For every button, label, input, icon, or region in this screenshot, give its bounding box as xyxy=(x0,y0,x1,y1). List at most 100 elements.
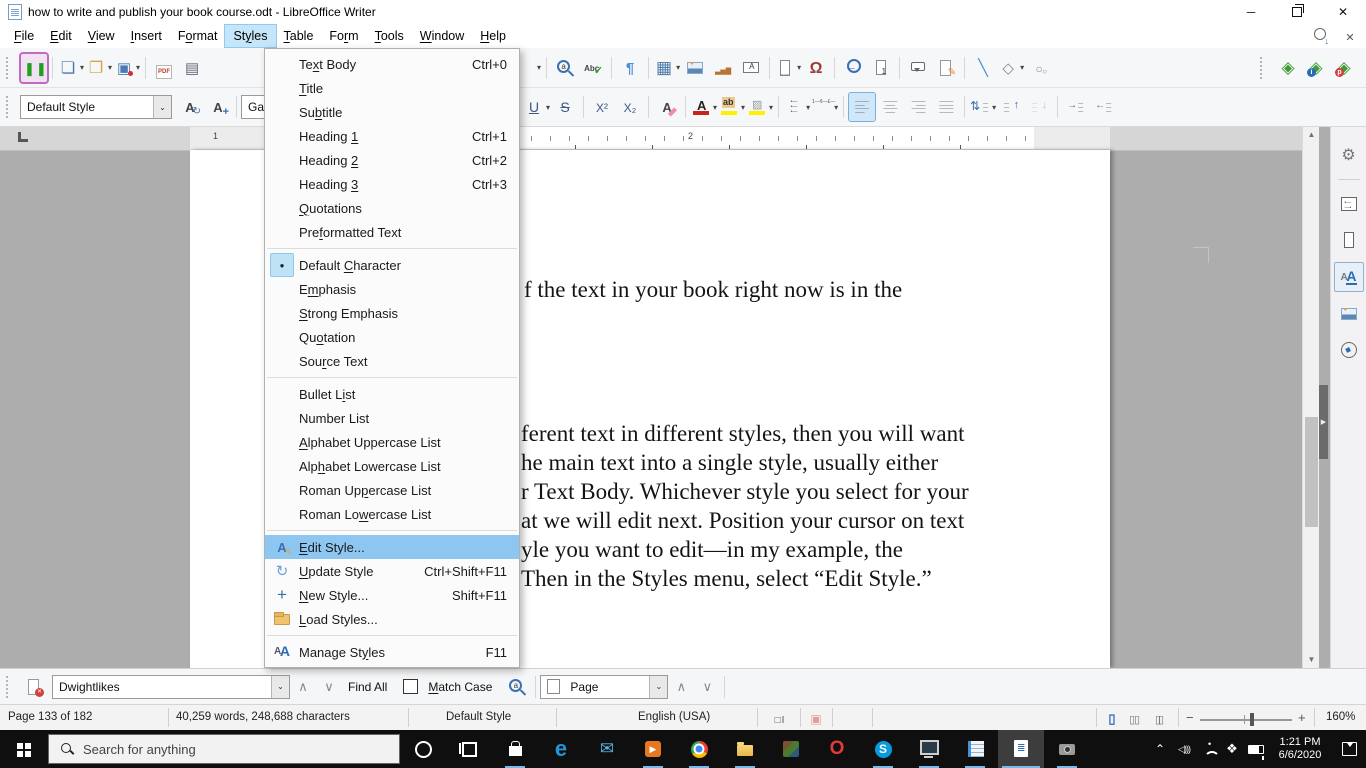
print-button[interactable] xyxy=(179,54,205,82)
menu-window[interactable]: Window xyxy=(412,25,472,47)
taskbar-app-mail[interactable] xyxy=(584,730,630,768)
styles-menu-item-default-character[interactable]: ● Default Character xyxy=(265,253,519,277)
underline-button[interactable]: ▾ xyxy=(524,93,550,121)
sidebar-tab-navigator[interactable] xyxy=(1335,336,1363,364)
toolbar-grip-right[interactable] xyxy=(1260,56,1270,79)
language-update-icon[interactable] xyxy=(1310,26,1330,46)
styles-menu-item-load-styles[interactable]: Load Styles... xyxy=(265,607,519,631)
taskbar-app-edge[interactable] xyxy=(538,730,584,768)
scroll-down-icon[interactable]: ▼ xyxy=(1303,652,1320,668)
paragraph-style-status[interactable]: Default Style xyxy=(446,711,511,723)
superscript-button[interactable] xyxy=(589,93,615,121)
menu-styles[interactable]: Styles xyxy=(224,24,277,48)
find-and-replace-button[interactable] xyxy=(552,54,578,82)
taskbar-app-store[interactable] xyxy=(492,730,538,768)
navigate-by-combobox[interactable]: Page ⌄ xyxy=(540,674,669,699)
zoom-in-icon[interactable]: + xyxy=(1298,710,1306,725)
styles-menu-item-new-style[interactable]: New Style... Shift+F11 xyxy=(265,583,519,607)
navigate-previous-button[interactable]: ∧ xyxy=(668,675,694,699)
scrollbar-thumb[interactable] xyxy=(1305,417,1318,527)
menu-form[interactable]: Form xyxy=(321,25,366,47)
sidebar-tab-page[interactable] xyxy=(1335,226,1363,254)
language-status[interactable]: English (USA) xyxy=(638,711,710,723)
styles-menu-item-source-text[interactable]: Source Text xyxy=(265,349,519,373)
multi-page-view-icon[interactable] xyxy=(1124,708,1144,728)
new-document-dropdown-icon[interactable]: ▾ xyxy=(80,63,84,72)
para-space-decrease-button[interactable] xyxy=(1026,93,1052,121)
zoom-level[interactable]: 160% xyxy=(1326,711,1355,723)
align-right-button[interactable] xyxy=(905,93,931,121)
menu-insert[interactable]: Insert xyxy=(123,25,170,47)
find-and-replace-button[interactable] xyxy=(504,673,530,701)
unsaved-changes-icon[interactable] xyxy=(806,708,826,728)
tab-stop-selector-icon[interactable] xyxy=(18,132,28,142)
line-spacing-dropdown-icon[interactable]: ▾ xyxy=(992,103,996,112)
unordered-list-button[interactable]: ▾ xyxy=(784,93,810,121)
align-left-button[interactable] xyxy=(848,92,877,122)
spelling-button[interactable] xyxy=(580,54,606,82)
taskbar-app-libreoffice-writer[interactable] xyxy=(998,730,1044,768)
navigate-by-dropdown-icon[interactable]: ⌄ xyxy=(649,675,668,698)
menu-view[interactable]: View xyxy=(80,25,123,47)
taskbar-search-box[interactable]: Search for anything xyxy=(48,734,400,764)
sidebar-collapse-handle[interactable]: ▶ xyxy=(1319,385,1328,459)
action-center-button[interactable] xyxy=(1332,730,1366,768)
basic-shapes-button[interactable]: ▾ xyxy=(998,54,1024,82)
sidebar-tab-gallery[interactable] xyxy=(1335,300,1363,328)
insert-text-box-button[interactable] xyxy=(738,54,764,82)
scroll-up-icon[interactable]: ▲ xyxy=(1303,127,1320,143)
track-changes-button[interactable] xyxy=(933,54,959,82)
symbol-shapes-button[interactable] xyxy=(1026,54,1052,82)
insert-special-character-button[interactable] xyxy=(803,54,829,82)
zoom-slider-thumb[interactable] xyxy=(1250,713,1254,726)
single-page-view-icon[interactable] xyxy=(1102,708,1122,728)
decrease-indent-button[interactable] xyxy=(1091,93,1117,121)
vertical-scrollbar[interactable]: ▲ ▼ xyxy=(1302,127,1319,668)
citation-plugin-2-button[interactable] xyxy=(1303,54,1329,82)
overflow-dropdown-icon[interactable]: ▾ xyxy=(537,63,541,72)
find-previous-button[interactable]: ∧ xyxy=(290,675,316,699)
styles-menu-item-update-style[interactable]: Update Style Ctrl+Shift+F11 xyxy=(265,559,519,583)
restore-button[interactable] xyxy=(1274,0,1320,24)
minimize-button[interactable]: ─ xyxy=(1228,0,1274,24)
search-history-dropdown-icon[interactable]: ⌄ xyxy=(271,675,289,698)
formatting-marks-button[interactable] xyxy=(617,54,643,82)
taskbar-app-cortana[interactable] xyxy=(400,730,446,768)
strikethrough-button[interactable] xyxy=(552,93,578,121)
paragraph-style-combobox[interactable]: Default Style ⌄ xyxy=(20,95,172,119)
match-case-checkbox[interactable] xyxy=(403,679,419,694)
taskbar-app-system-monitor[interactable] xyxy=(906,730,952,768)
para-space-increase-button[interactable] xyxy=(998,93,1024,121)
save-button[interactable]: ▾ xyxy=(114,54,140,82)
styles-menu-item-manage-styles[interactable]: Manage Styles F11 xyxy=(265,640,519,664)
styles-menu-item-number-list[interactable]: Number List xyxy=(265,406,519,430)
font-color-button[interactable]: ▾ xyxy=(691,93,717,121)
open-button[interactable]: ▾ xyxy=(86,54,112,82)
dropbox-button[interactable] xyxy=(1220,730,1244,768)
highlighting-button[interactable]: ▾ xyxy=(719,93,745,121)
battery-button[interactable] xyxy=(1244,730,1268,768)
basic-shapes-dropdown-icon[interactable]: ▾ xyxy=(1020,63,1024,72)
insert-page-break-dropdown-icon[interactable]: ▾ xyxy=(797,63,801,72)
menu-table[interactable]: Table xyxy=(276,25,322,47)
page-number-status[interactable]: Page 133 of 182 xyxy=(8,711,92,723)
subscript-button[interactable] xyxy=(617,93,643,121)
align-center-button[interactable] xyxy=(877,93,903,121)
styles-menu-item-strong-emphasis[interactable]: Strong Emphasis xyxy=(265,301,519,325)
taskbar-clock[interactable]: 1:21 PM 6/6/2020 xyxy=(1268,736,1332,762)
taskbar-app-opera[interactable] xyxy=(814,730,860,768)
word-count-status[interactable]: 40,259 words, 248,688 characters xyxy=(176,711,350,723)
clear-formatting-button[interactable] xyxy=(654,93,680,121)
volume-button[interactable] xyxy=(1172,730,1196,768)
insert-hyperlink-button[interactable] xyxy=(840,54,866,82)
taskbar-app-task-view[interactable] xyxy=(446,730,492,768)
taskbar-app-chrome[interactable] xyxy=(676,730,722,768)
styles-menu-item-heading-1[interactable]: Heading 1 Ctrl+1 xyxy=(265,124,519,148)
menu-tools[interactable]: Tools xyxy=(367,25,412,47)
toolbar-grip[interactable] xyxy=(6,56,16,79)
insert-comment-button[interactable] xyxy=(905,54,931,82)
styles-menu-item-heading-2[interactable]: Heading 2 Ctrl+2 xyxy=(265,148,519,172)
close-document-icon[interactable] xyxy=(1340,26,1360,46)
navigate-next-button[interactable]: ∨ xyxy=(694,675,720,699)
taskbar-app-file-explorer[interactable] xyxy=(722,730,768,768)
